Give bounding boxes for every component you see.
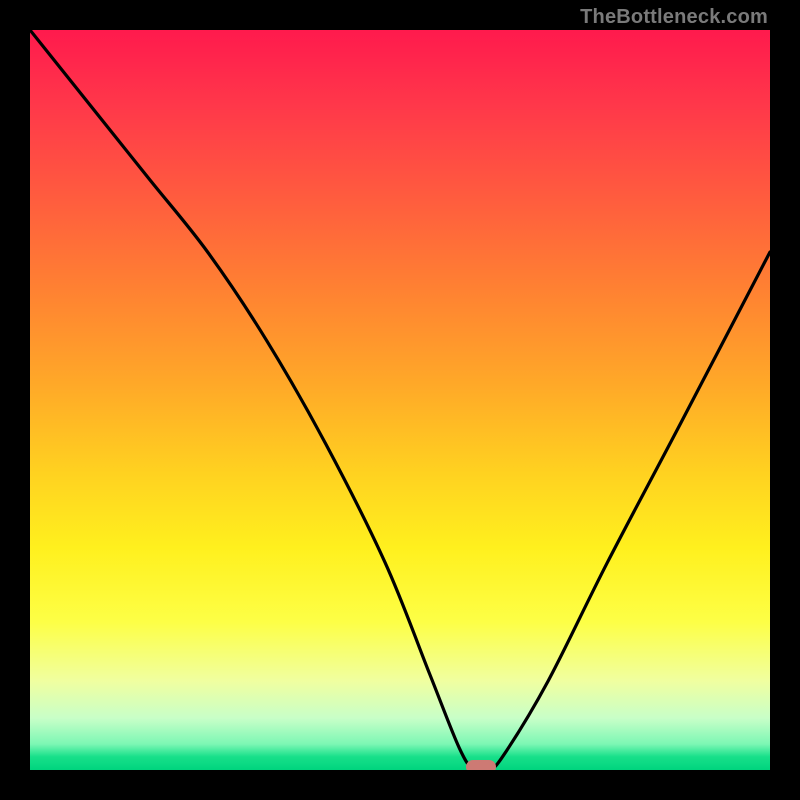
optimal-marker — [466, 760, 496, 770]
plot-area — [30, 30, 770, 770]
chart-frame: TheBottleneck.com — [0, 0, 800, 800]
bottleneck-curve-path — [30, 30, 770, 770]
curve-svg — [30, 30, 770, 770]
watermark-text: TheBottleneck.com — [580, 6, 768, 29]
